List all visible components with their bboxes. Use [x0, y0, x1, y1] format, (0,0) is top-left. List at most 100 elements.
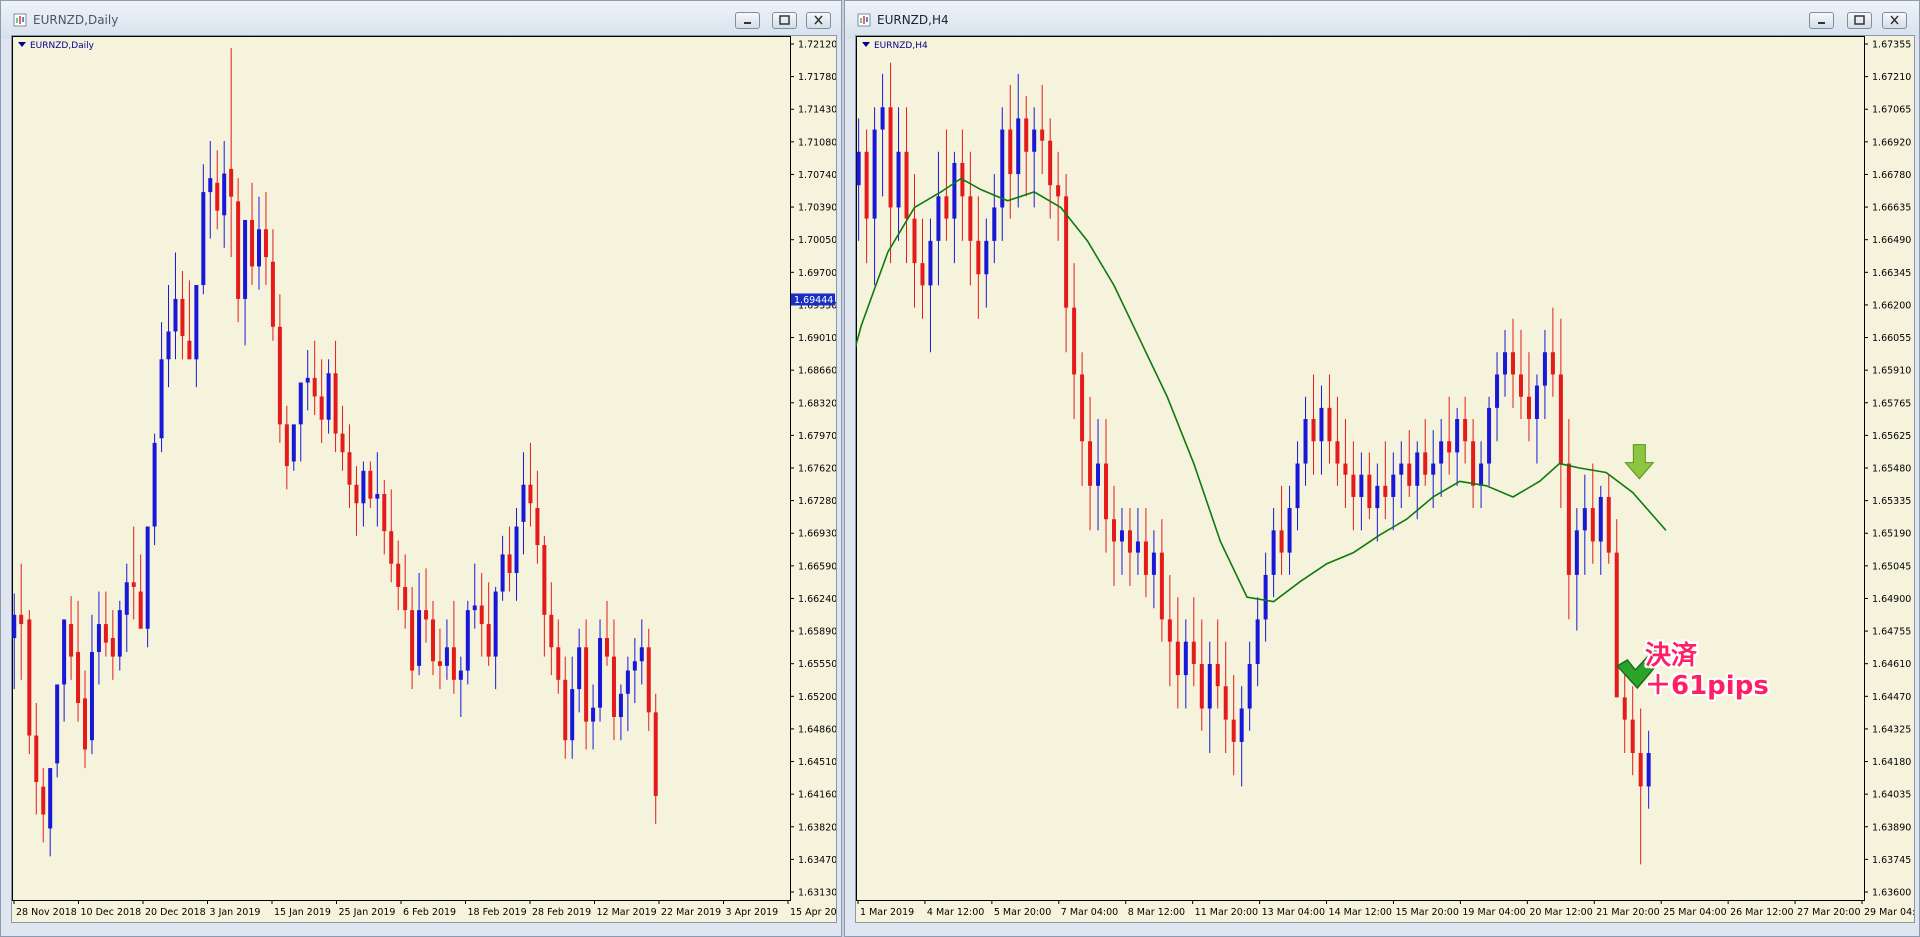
candle-body — [1534, 385, 1539, 420]
candle-body — [417, 610, 422, 666]
candle-body — [62, 619, 67, 685]
candle-body — [856, 151, 861, 186]
candle-body — [187, 340, 192, 360]
candle-body — [1622, 697, 1627, 720]
candle-body — [1375, 485, 1380, 509]
candle-body — [936, 196, 941, 241]
price-chart-h4[interactable]: 1.67355 1.67210 1.67065 1.66920 1.66780 1.666… — [855, 35, 1915, 923]
candle-body — [270, 261, 275, 327]
candle-body — [1463, 419, 1468, 442]
minimize-button[interactable] — [1809, 12, 1834, 29]
price-axis-label: 1.65335 — [1872, 496, 1911, 507]
candle-body — [458, 670, 463, 680]
candle-body — [880, 107, 885, 130]
chart-symbol-label: EURNZD,H4 — [862, 41, 928, 51]
candle-body — [1199, 663, 1204, 709]
candle-body — [507, 554, 512, 573]
price-axis-label: 1.64035 — [1872, 790, 1911, 801]
candle-body — [1175, 641, 1180, 676]
price-axis-label: 1.63890 — [1872, 822, 1911, 833]
candle-body — [257, 229, 261, 267]
candle-body — [1542, 352, 1547, 386]
candle-body — [1000, 129, 1005, 208]
date-axis-label: 18 Feb 2019 — [468, 907, 527, 918]
window-titlebar[interactable]: EURNZD,Daily — [1, 1, 841, 39]
candle-body — [1112, 519, 1116, 542]
candle-body — [1327, 407, 1332, 442]
price-axis-label: 1.66490 — [1872, 235, 1911, 246]
candle-body — [1439, 441, 1444, 464]
date-axis-label: 7 Mar 04:00 — [1061, 907, 1118, 918]
price-axis-label: 1.68320 — [798, 398, 836, 409]
price-axis-label: 1.71080 — [798, 137, 836, 148]
candle-body — [159, 359, 164, 439]
close-button[interactable] — [806, 12, 831, 29]
candle-body — [486, 624, 491, 657]
chart-window-daily[interactable]: EURNZD,Daily 1.72120 1.71780 1.71430 1.7108… — [0, 0, 842, 937]
price-chart-daily[interactable]: 1.72120 1.71780 1.71430 1.71080 1.70740 1.703… — [11, 35, 837, 923]
price-axis-label: 1.67355 — [1872, 40, 1911, 51]
candle-body — [1447, 441, 1452, 453]
maximize-icon — [1854, 15, 1865, 25]
candle-body — [69, 624, 74, 657]
candle-body — [1646, 753, 1651, 787]
candle-body — [584, 647, 589, 722]
candle-body — [928, 240, 933, 286]
candle-body — [1487, 407, 1492, 464]
price-axis-label: 1.65890 — [798, 627, 836, 638]
close-button[interactable] — [1882, 12, 1907, 29]
candle-body — [1526, 396, 1531, 420]
candle-body — [864, 151, 869, 219]
price-axis-label: 1.66590 — [798, 561, 836, 572]
candle-body — [1359, 474, 1364, 497]
candle-body — [173, 298, 178, 332]
date-axis-label: 13 Mar 04:00 — [1262, 907, 1325, 918]
chevron-down-icon — [862, 42, 870, 47]
candle-body — [403, 586, 408, 611]
candle-body — [984, 240, 989, 275]
candle-body — [347, 452, 352, 485]
price-axis-label: 1.67065 — [1872, 105, 1911, 116]
candle-body — [451, 647, 456, 680]
window-titlebar[interactable]: EURNZD,H4 — [845, 1, 1919, 39]
candle-body — [514, 526, 519, 573]
close-icon — [1890, 15, 1899, 25]
candle-body — [896, 151, 901, 208]
candle-body — [103, 624, 108, 643]
date-axis-label: 29 Mar 04:00 — [1864, 907, 1914, 918]
minimize-button[interactable] — [735, 12, 760, 29]
candle-body — [1167, 619, 1172, 642]
candle-body — [201, 192, 206, 285]
chart-svg: 1.67355 1.67210 1.67065 1.66920 1.66780 1.666… — [856, 36, 1914, 918]
price-axis-label: 1.65765 — [1872, 398, 1911, 409]
candle-body — [1032, 129, 1037, 152]
candle-body — [1518, 374, 1523, 397]
candle-body — [1383, 485, 1388, 497]
chart-window-h4[interactable]: EURNZD,H4 1.67355 1.67210 1.67065 1.66920 1.… — [844, 0, 1920, 937]
maximize-button[interactable] — [1847, 12, 1872, 29]
price-axis-label: 1.64610 — [1872, 659, 1911, 670]
candle-body — [1191, 641, 1196, 664]
candle-body — [83, 698, 87, 750]
candle-body — [229, 168, 234, 197]
price-axis-label: 1.70390 — [798, 203, 836, 214]
candle-body — [131, 582, 136, 587]
candle-body — [437, 661, 442, 666]
price-axis-label: 1.66920 — [1872, 137, 1911, 148]
candle-body — [570, 689, 575, 741]
candle-body — [361, 470, 366, 504]
candle-body — [215, 182, 220, 211]
candle-body — [1335, 441, 1340, 464]
date-axis-label: 15 Jan 2019 — [274, 907, 331, 918]
candle-body — [243, 219, 248, 299]
candle-body — [1119, 530, 1124, 542]
candle-body — [1159, 552, 1164, 620]
candle-body — [152, 442, 157, 527]
candle-body — [577, 647, 582, 690]
candle-body — [208, 178, 213, 193]
maximize-button[interactable] — [772, 12, 797, 29]
candle-body — [1311, 419, 1316, 442]
candle-body — [48, 768, 53, 829]
candle-body — [55, 684, 60, 764]
candle-body — [920, 263, 925, 286]
